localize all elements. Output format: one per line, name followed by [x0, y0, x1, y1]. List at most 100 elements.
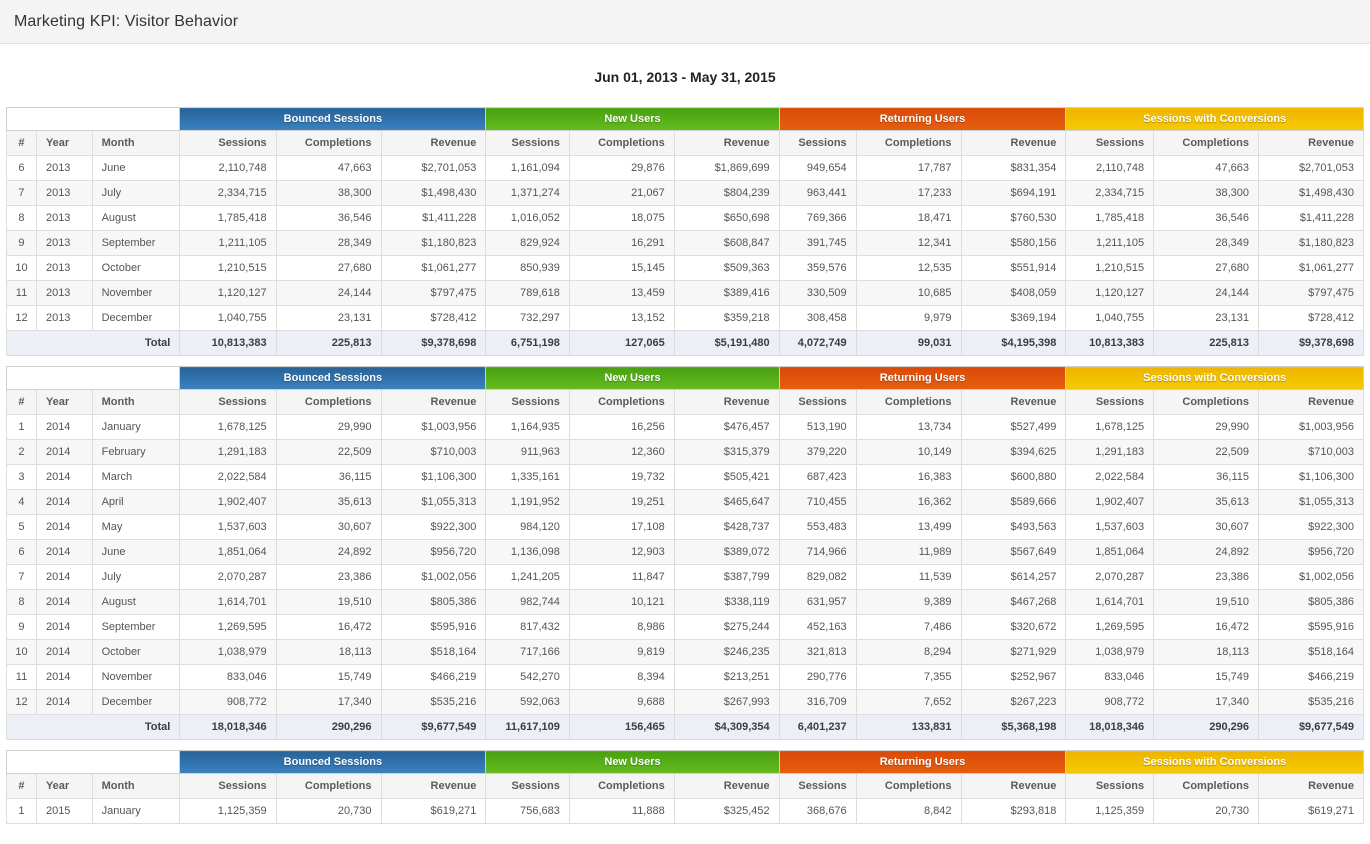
cell-completions: 7,652 — [856, 690, 961, 715]
page-title: Marketing KPI: Visitor Behavior — [14, 13, 238, 31]
table-row[interactable]: 72013July2,334,71538,300$1,498,4301,371,… — [7, 181, 1364, 206]
cell-sessions: 1,211,105 — [180, 231, 276, 256]
table-row[interactable]: 92014September1,269,59516,472$595,916817… — [7, 615, 1364, 640]
cell-completions: 16,383 — [856, 465, 961, 490]
column-header-completions: Completions — [569, 390, 674, 415]
cell-revenue: $1,106,300 — [1259, 465, 1364, 490]
cell-year: 2013 — [36, 206, 92, 231]
column-header-sessions: Sessions — [180, 131, 276, 156]
cell-sessions: 1,537,603 — [180, 515, 276, 540]
cell-revenue: $567,649 — [961, 540, 1066, 565]
table-row[interactable]: 42014April1,902,40735,613$1,055,3131,191… — [7, 490, 1364, 515]
column-header-completions: Completions — [276, 774, 381, 799]
cell-sessions: 368,676 — [779, 799, 856, 824]
table-row[interactable]: 62013June2,110,74847,663$2,701,0531,161,… — [7, 156, 1364, 181]
cell-index: 10 — [7, 640, 37, 665]
cell-revenue: $2,701,053 — [381, 156, 486, 181]
group-header-blank — [7, 108, 180, 131]
cell-completions: 28,349 — [276, 231, 381, 256]
cell-sessions: 631,957 — [779, 590, 856, 615]
cell-sessions: 1,210,515 — [1066, 256, 1154, 281]
cell-index: 12 — [7, 690, 37, 715]
cell-sessions: 553,483 — [779, 515, 856, 540]
cell-revenue: $325,452 — [674, 799, 779, 824]
cell-sessions: 908,772 — [180, 690, 276, 715]
cell-sessions: 984,120 — [486, 515, 569, 540]
cell-completions: 8,294 — [856, 640, 961, 665]
cell-revenue: $728,412 — [381, 306, 486, 331]
table-row[interactable]: 92013September1,211,10528,349$1,180,8238… — [7, 231, 1364, 256]
table-row[interactable]: 102014October1,038,97918,113$518,164717,… — [7, 640, 1364, 665]
cell-index: 1 — [7, 799, 37, 824]
cell-sessions: 1,038,979 — [180, 640, 276, 665]
total-revenue: $4,195,398 — [961, 331, 1066, 356]
table-row[interactable]: 32014March2,022,58436,115$1,106,3001,335… — [7, 465, 1364, 490]
column-header-revenue: Revenue — [674, 774, 779, 799]
total-completions: 225,813 — [1154, 331, 1259, 356]
cell-completions: 10,121 — [569, 590, 674, 615]
cell-sessions: 290,776 — [779, 665, 856, 690]
report-table-2015: Bounced SessionsNew UsersReturning Users… — [6, 750, 1364, 824]
cell-sessions: 1,291,183 — [180, 440, 276, 465]
cell-year: 2014 — [36, 465, 92, 490]
table-row[interactable]: 62014June1,851,06424,892$956,7201,136,09… — [7, 540, 1364, 565]
column-header-year: Year — [36, 131, 92, 156]
cell-sessions: 1,678,125 — [180, 415, 276, 440]
report-table-2014: Bounced SessionsNew UsersReturning Users… — [6, 366, 1364, 740]
table-row[interactable]: 102013October1,210,51527,680$1,061,27785… — [7, 256, 1364, 281]
cell-sessions: 1,335,161 — [486, 465, 569, 490]
table-row[interactable]: 52014May1,537,60330,607$922,300984,12017… — [7, 515, 1364, 540]
cell-sessions: 1,210,515 — [180, 256, 276, 281]
cell-completions: 36,546 — [276, 206, 381, 231]
cell-revenue: $956,720 — [1259, 540, 1364, 565]
cell-month: February — [92, 440, 180, 465]
table-row[interactable]: 82014August1,614,70119,510$805,386982,74… — [7, 590, 1364, 615]
table-row[interactable]: 12015January1,125,35920,730$619,271756,6… — [7, 799, 1364, 824]
cell-month: July — [92, 181, 180, 206]
cell-revenue: $369,194 — [961, 306, 1066, 331]
cell-sessions: 321,813 — [779, 640, 856, 665]
table-row[interactable]: 82013August1,785,41836,546$1,411,2281,01… — [7, 206, 1364, 231]
table-row[interactable]: 112014November833,04615,749$466,219542,2… — [7, 665, 1364, 690]
cell-year: 2013 — [36, 231, 92, 256]
column-header-index: # — [7, 131, 37, 156]
table-row[interactable]: 22014February1,291,18322,509$710,003911,… — [7, 440, 1364, 465]
cell-revenue: $518,164 — [1259, 640, 1364, 665]
cell-completions: 15,749 — [276, 665, 381, 690]
group-header-row: Bounced SessionsNew UsersReturning Users… — [7, 108, 1364, 131]
table-row[interactable]: 72014July2,070,28723,386$1,002,0561,241,… — [7, 565, 1364, 590]
cell-sessions: 756,683 — [486, 799, 569, 824]
cell-index: 11 — [7, 281, 37, 306]
cell-sessions: 732,297 — [486, 306, 569, 331]
cell-completions: 18,113 — [1154, 640, 1259, 665]
cell-index: 8 — [7, 590, 37, 615]
cell-sessions: 717,166 — [486, 640, 569, 665]
table-row[interactable]: 122014December908,77217,340$535,216592,0… — [7, 690, 1364, 715]
group-header-new-users: New Users — [486, 751, 779, 774]
column-header-completions: Completions — [1154, 774, 1259, 799]
cell-completions: 29,876 — [569, 156, 674, 181]
cell-completions: 17,108 — [569, 515, 674, 540]
column-header-sessions: Sessions — [1066, 390, 1154, 415]
cell-completions: 18,113 — [276, 640, 381, 665]
cell-completions: 13,152 — [569, 306, 674, 331]
cell-revenue: $315,379 — [674, 440, 779, 465]
column-header-revenue: Revenue — [961, 774, 1066, 799]
table-total-row: Total18,018,346290,296$9,677,54911,617,1… — [7, 715, 1364, 740]
table-row[interactable]: 12014January1,678,12529,990$1,003,9561,1… — [7, 415, 1364, 440]
cell-completions: 15,145 — [569, 256, 674, 281]
cell-revenue: $797,475 — [381, 281, 486, 306]
table-row[interactable]: 122013December1,040,75523,131$728,412732… — [7, 306, 1364, 331]
column-header-month: Month — [92, 390, 180, 415]
column-header-year: Year — [36, 390, 92, 415]
cell-completions: 9,688 — [569, 690, 674, 715]
column-header-revenue: Revenue — [1259, 774, 1364, 799]
cell-year: 2014 — [36, 640, 92, 665]
cell-revenue: $1,411,228 — [1259, 206, 1364, 231]
cell-completions: 38,300 — [1154, 181, 1259, 206]
column-header-sessions: Sessions — [486, 774, 569, 799]
table-row[interactable]: 112013November1,120,12724,144$797,475789… — [7, 281, 1364, 306]
cell-index: 9 — [7, 231, 37, 256]
cell-revenue: $619,271 — [1259, 799, 1364, 824]
group-header-bounced-sessions: Bounced Sessions — [180, 751, 486, 774]
